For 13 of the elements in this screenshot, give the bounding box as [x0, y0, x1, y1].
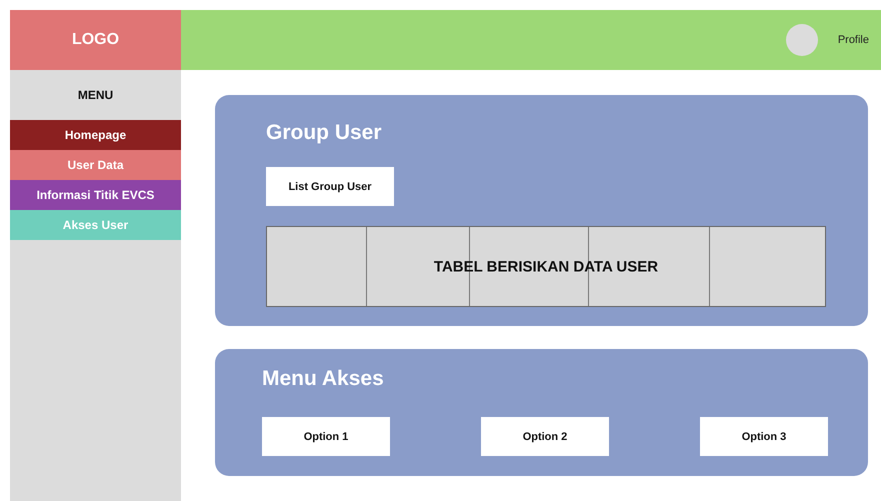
option-button[interactable]: Option 1	[262, 417, 390, 456]
menu-title: MENU	[76, 87, 114, 104]
logo: LOGO	[10, 10, 181, 70]
list-group-user-button[interactable]: List Group User	[266, 167, 394, 206]
sidebar-item[interactable]: Informasi Titik EVCS	[10, 180, 181, 210]
table-caption: TABEL BERISIKAN DATA USER	[432, 258, 660, 275]
section-title: Group User	[266, 121, 383, 145]
option-button[interactable]: Option 2	[481, 417, 609, 456]
avatar-icon[interactable]	[786, 24, 818, 56]
profile-link[interactable]: Profile	[838, 34, 869, 46]
sidebar-item[interactable]: Homepage	[10, 120, 181, 150]
section-title: Menu Akses	[262, 367, 385, 391]
option-button[interactable]: Option 3	[700, 417, 828, 456]
